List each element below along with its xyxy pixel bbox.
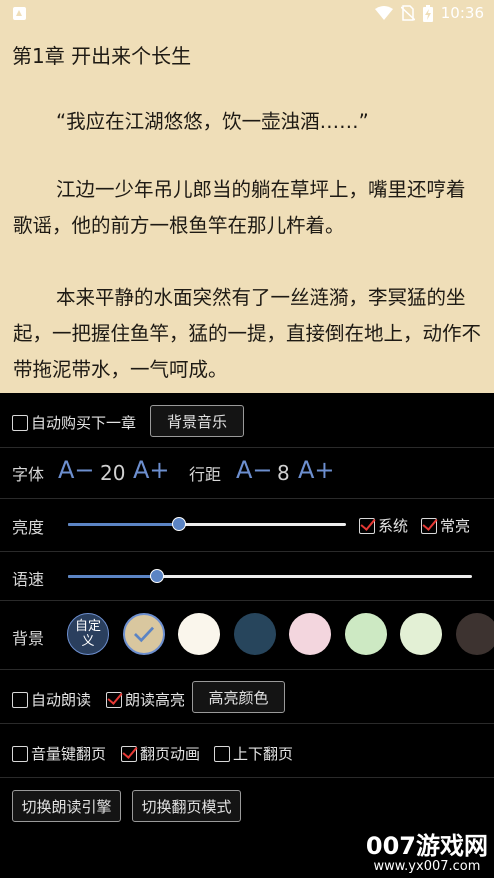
- always-on-label: 常亮: [440, 517, 471, 535]
- font-decrease-icon[interactable]: A−: [58, 456, 95, 484]
- font-increase-icon[interactable]: A+: [133, 456, 170, 484]
- switch-read-engine-button[interactable]: 切换朗读引擎: [12, 790, 121, 822]
- wifi-icon: [374, 6, 393, 20]
- always-on-checkbox[interactable]: 常亮: [421, 515, 470, 536]
- auto-read-label: 自动朗读: [31, 691, 92, 709]
- battery-charging-icon: [422, 4, 433, 22]
- always-on-box[interactable]: [421, 517, 437, 534]
- paragraph-3: 本来平静的水面突然有了一丝涟漪，李冥猛的坐起，一把握住鱼竿，猛的一提，直接倒在地…: [13, 286, 482, 381]
- chapter-title: 第1章 开出来个长生: [12, 44, 192, 68]
- auto-buy-box[interactable]: [12, 414, 28, 431]
- status-bar: 10:36: [0, 0, 494, 28]
- volume-key-page-label: 音量键翻页: [31, 745, 107, 763]
- custom-background-label: 自定义: [74, 619, 101, 649]
- speech-rate-label: 语速: [12, 570, 45, 589]
- brightness-slider[interactable]: [68, 517, 346, 531]
- auto-buy-checkbox[interactable]: 自动购买下一章: [12, 412, 136, 433]
- line-spacing-decrease-icon[interactable]: A−: [236, 456, 273, 484]
- vertical-page-box[interactable]: [214, 745, 230, 762]
- background-swatch-custom[interactable]: 自定义: [67, 613, 109, 655]
- row-reading: 自动朗读 朗读高亮 高亮颜色: [0, 670, 494, 724]
- app-notification-icon: [13, 7, 26, 20]
- background-swatch[interactable]: [178, 613, 220, 655]
- watermark: 007游戏网 www.yx007.com: [366, 832, 488, 874]
- bg-music-button[interactable]: 背景音乐: [150, 405, 244, 437]
- line-spacing-label: 行距: [189, 465, 222, 484]
- background-label: 背景: [12, 629, 45, 648]
- auto-read-checkbox[interactable]: 自动朗读: [12, 689, 91, 710]
- volume-key-page-box[interactable]: [12, 745, 28, 762]
- speech-rate-slider-fill: [68, 575, 157, 578]
- background-swatch[interactable]: [122, 613, 165, 655]
- row-speech-rate: 语速: [0, 552, 494, 601]
- vertical-page-label: 上下翻页: [233, 745, 294, 763]
- brightness-slider-thumb[interactable]: [172, 517, 187, 531]
- auto-read-box[interactable]: [12, 691, 28, 708]
- paragraph-2: 江边一少年吊儿郎当的躺在草坪上，嘴里还哼着歌谣，他的前方一根鱼竿在那儿杵着。: [13, 178, 466, 237]
- background-swatch[interactable]: [400, 613, 442, 655]
- no-sim-icon: [400, 5, 415, 21]
- row-background: 背景 自定义: [0, 601, 494, 670]
- page-animation-label: 翻页动画: [140, 745, 201, 763]
- background-swatch[interactable]: [344, 613, 387, 655]
- volume-key-page-checkbox[interactable]: 音量键翻页: [12, 743, 106, 764]
- background-swatch[interactable]: [233, 613, 276, 655]
- system-brightness-box[interactable]: [359, 517, 375, 534]
- status-time: 10:36: [440, 4, 484, 22]
- read-highlight-checkbox[interactable]: 朗读高亮: [106, 689, 185, 710]
- background-swatch[interactable]: [289, 613, 331, 655]
- switch-page-mode-button[interactable]: 切换翻页模式: [132, 790, 241, 822]
- system-brightness-label: 系统: [378, 517, 409, 535]
- checkmark-icon: [133, 626, 154, 643]
- row-purchase: 自动购买下一章 背景音乐: [0, 393, 494, 448]
- font-label: 字体: [12, 465, 45, 484]
- highlight-color-button[interactable]: 高亮颜色: [192, 681, 285, 713]
- row-font: 字体 A− 20 A+ 行距 A− 8 A+: [0, 448, 494, 499]
- system-brightness-checkbox[interactable]: 系统: [359, 515, 408, 536]
- page-animation-box[interactable]: [121, 745, 137, 762]
- read-highlight-box[interactable]: [106, 691, 122, 708]
- paragraph-1: “我应在江湖悠悠，饮一壶浊酒……”: [56, 110, 369, 133]
- vertical-page-checkbox[interactable]: 上下翻页: [214, 743, 293, 764]
- row-brightness: 亮度 系统 常亮: [0, 499, 494, 552]
- reader-page[interactable]: 10:36 第1章 开出来个长生 “我应在江湖悠悠，饮一壶浊酒……” 江边一少年…: [0, 0, 494, 393]
- auto-buy-label: 自动购买下一章: [31, 414, 137, 432]
- row-paging: 音量键翻页 翻页动画 上下翻页: [0, 724, 494, 778]
- watermark-text: 007游戏网: [365, 832, 488, 860]
- line-spacing-value: 8: [277, 461, 290, 485]
- page-animation-checkbox[interactable]: 翻页动画: [121, 743, 200, 764]
- reader-settings-panel: 自动购买下一章 背景音乐 字体 A− 20 A+ 行距 A− 8 A+ 亮度 系…: [0, 393, 494, 878]
- line-spacing-increase-icon[interactable]: A+: [298, 456, 335, 484]
- read-highlight-label: 朗读高亮: [125, 691, 186, 709]
- speech-rate-slider-thumb[interactable]: [149, 569, 164, 583]
- speech-rate-slider[interactable]: [68, 569, 472, 583]
- brightness-label: 亮度: [12, 518, 45, 537]
- background-swatch[interactable]: [455, 613, 494, 655]
- font-size-value: 20: [100, 461, 126, 485]
- watermark-url: www.yx007.com: [373, 859, 481, 874]
- brightness-slider-fill: [68, 523, 180, 526]
